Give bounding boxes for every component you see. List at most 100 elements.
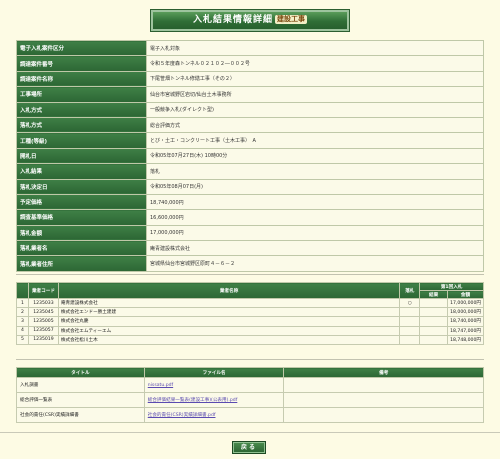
footer-divider <box>0 432 500 433</box>
bidder-body: 1 1235033 庵青建設株式会社 ○ 17,000,000円 2 1235045 株式会社… <box>16 297 484 345</box>
detail-label: 予定価格 <box>16 193 147 211</box>
bidder-amount: 18,748,000円 <box>447 334 484 345</box>
detail-row: 予定価格 18,740,000円 <box>16 193 484 211</box>
detail-value: 仙台市宮城野区岩切/仙台土木事務所 <box>146 86 484 103</box>
bidder-result <box>419 334 449 345</box>
detail-row: 調査基準価格 16,600,000円 <box>16 209 484 226</box>
bidder-name: 株式会社松川土木 <box>57 334 401 345</box>
detail-value: 一般競争入札(ダイレクト型) <box>146 101 484 118</box>
file-row: 入札調書 nissatu.pdf <box>16 377 484 393</box>
file-name-cell: 社会的責任(CSR)実績詳細書.pdf <box>143 407 285 423</box>
file-name-cell: 総合評価結果一覧表(建設工事)(公表用).pdf <box>143 392 285 408</box>
detail-label: 工種(等級) <box>16 132 147 149</box>
detail-value: 16,600,000円 <box>146 209 484 226</box>
bidder-row: 4 1235057 株式会社エムティーエム 18,747,000円 <box>16 325 484 336</box>
page-title-banner: 入札結果情報詳細 建設工事 <box>150 9 350 32</box>
bidder-name: 庵青建設株式会社 <box>57 297 401 309</box>
back-button[interactable]: 戻る <box>232 441 266 454</box>
detail-label: 落札業者住所 <box>16 255 147 272</box>
bidder-code: 1235033 <box>27 297 59 309</box>
detail-row: 工事場所 仙台市宮城野区岩切/仙台土木事務所 <box>16 86 484 103</box>
bidder-award-mark <box>399 316 421 327</box>
detail-label: 入札方式 <box>16 101 147 118</box>
divider <box>16 359 484 360</box>
detail-label: 落札金額 <box>16 224 147 242</box>
col-result: 結果 <box>419 290 449 299</box>
file-row: 社会的責任(CSR)実績詳細書 社会的責任(CSR)実績詳細書.pdf <box>16 407 484 423</box>
bidder-code: 1235005 <box>27 316 59 327</box>
bidder-award-mark: ○ <box>399 297 421 309</box>
detail-value: 下尾笹畑トンネル修繕工事（その２） <box>146 70 484 88</box>
detail-row: 落札業者住所 宮城県仙台市宮城野区原町４－６－２ <box>16 255 484 272</box>
bidder-award-mark <box>399 307 421 318</box>
bidder-row: 3 1235005 株式会社丸慶 18,740,000円 <box>16 316 484 327</box>
detail-value: とび・土工・コンクリート工事（土木工事） A <box>146 132 484 149</box>
bidder-amount: 18,000,000円 <box>447 307 484 318</box>
bidder-amount: 17,000,000円 <box>447 297 484 309</box>
col-round1: 第1回入札 <box>419 282 484 291</box>
col-file-title: タイトル <box>16 367 145 378</box>
detail-value: 総合評価方式 <box>146 116 484 134</box>
bidder-amount: 18,747,000円 <box>447 325 484 336</box>
detail-row: 電子入札案件区分 電子入札対象 <box>16 39 484 57</box>
file-download-link[interactable]: 総合評価結果一覧表(建設工事)(公表用).pdf <box>148 398 238 403</box>
file-row: 総合評価一覧表 総合評価結果一覧表(建設工事)(公表用).pdf <box>16 392 484 408</box>
detail-value: 17,000,000円 <box>146 224 484 242</box>
bidder-no: 2 <box>16 307 29 318</box>
bidder-no: 4 <box>16 325 29 336</box>
detail-value: 庵青建設株式会社 <box>146 240 484 257</box>
detail-label: 工事場所 <box>16 86 147 103</box>
divider <box>16 274 484 275</box>
col-code: 業者コード <box>27 282 59 299</box>
bidder-no: 3 <box>16 316 29 327</box>
bidder-name: 株式会社丸慶 <box>57 316 401 327</box>
col-amount: 金額 <box>447 290 484 299</box>
bidder-code: 1235019 <box>27 334 59 345</box>
detail-label: 落札業者名 <box>16 240 147 257</box>
bidder-row: 5 1235019 株式会社松川土木 18,748,000円 <box>16 334 484 345</box>
file-name-cell: nissatu.pdf <box>143 377 285 393</box>
detail-row: 工種(等級) とび・土工・コンクリート工事（土木工事） A <box>16 132 484 149</box>
bidder-name: 株式会社エムティーエム <box>57 325 401 336</box>
detail-row: 開札日 令和05年07月27日(木) 10時00分 <box>16 147 484 165</box>
detail-row: 調達案件名称 下尾笹畑トンネル修繕工事（その２） <box>16 70 484 88</box>
bidder-award-mark <box>399 334 421 345</box>
detail-row: 落札方式 総合評価方式 <box>16 116 484 134</box>
bidder-code: 1235057 <box>27 325 59 336</box>
detail-value: 18,740,000円 <box>146 193 484 211</box>
bidder-row: 2 1235045 株式会社エンドー勝土建建 18,000,000円 <box>16 307 484 318</box>
bidder-row: 1 1235033 庵青建設株式会社 ○ 17,000,000円 <box>16 297 484 309</box>
bidder-result <box>419 297 449 309</box>
detail-value: 令和05年08月07日(月) <box>146 178 484 195</box>
detail-row: 落札金額 17,000,000円 <box>16 224 484 242</box>
file-download-link[interactable]: nissatu.pdf <box>148 383 173 388</box>
file-download-link[interactable]: 社会的責任(CSR)実績詳細書.pdf <box>148 413 216 418</box>
file-title: 総合評価一覧表 <box>16 392 145 408</box>
detail-label: 落札決定日 <box>16 178 147 195</box>
col-name: 業者名称 <box>57 282 401 299</box>
detail-value: 電子入札対象 <box>146 39 484 57</box>
bidder-result <box>419 316 449 327</box>
bidder-no: 1 <box>16 297 29 309</box>
page-title: 入札結果情報詳細 <box>192 15 273 25</box>
col-award: 落札 <box>399 282 421 299</box>
bidder-award-mark <box>399 325 421 336</box>
bidder-code: 1235045 <box>27 307 59 318</box>
file-table: タイトル ファイル名 備考 入札調書 nissatu.pdf 総合評価一覧表 総合評価… <box>16 367 484 423</box>
detail-label: 入札結果 <box>16 163 147 180</box>
col-no <box>16 282 29 299</box>
file-title: 入札調書 <box>16 377 145 393</box>
detail-value: 宮城県仙台市宮城野区原町４－６－２ <box>146 255 484 272</box>
col-file-name: ファイル名 <box>143 367 285 378</box>
detail-label: 電子入札案件区分 <box>16 39 147 57</box>
col-file-note: 備考 <box>283 367 484 378</box>
detail-row: 入札方式 一般競争入札(ダイレクト型) <box>16 101 484 118</box>
detail-label: 調査基準価格 <box>16 209 147 226</box>
detail-row: 調達案件番号 令和５年度森トンネル０２１０２―００２号 <box>16 55 484 72</box>
detail-body: 電子入札案件区分 電子入札対象 調達案件番号 令和５年度森トンネル０２１０２―００２号… <box>16 39 484 272</box>
file-title: 社会的責任(CSR)実績詳細書 <box>16 407 145 423</box>
bidder-amount: 18,740,000円 <box>447 316 484 327</box>
file-note <box>283 407 484 423</box>
detail-row: 落札業者名 庵青建設株式会社 <box>16 240 484 257</box>
file-note <box>283 377 484 393</box>
